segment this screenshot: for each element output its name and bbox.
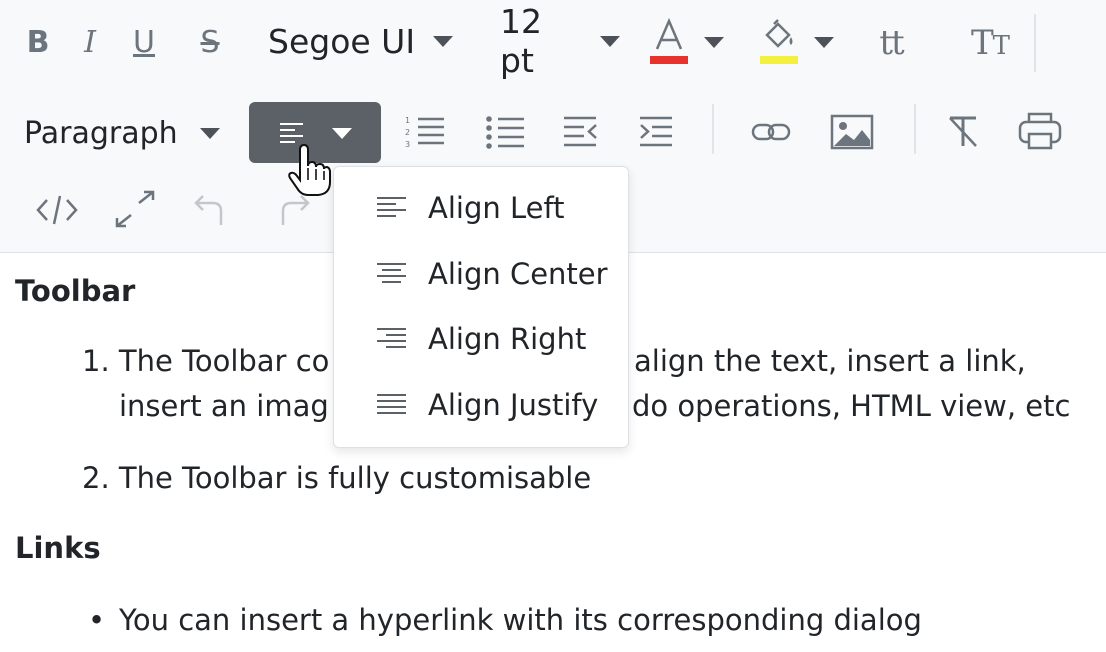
font-family-value: Segoe UI: [268, 21, 416, 61]
list-item-text: do operations, HTML view, etc: [632, 389, 1071, 423]
list-item-text: insert an imag: [119, 389, 329, 423]
list-item-text: 1. The Toolbar co: [82, 344, 330, 378]
link-icon: [751, 123, 791, 141]
print-button[interactable]: [1014, 106, 1066, 156]
uppercase-button[interactable]: TT: [964, 20, 1016, 66]
heading-links: Links: [15, 531, 101, 565]
menu-item-align-left[interactable]: Align Left: [334, 177, 628, 239]
italic-button[interactable]: I: [74, 22, 106, 62]
align-left-icon: [377, 197, 406, 217]
menu-item-align-justify[interactable]: Align Justify: [334, 374, 628, 436]
bold-button[interactable]: B: [22, 22, 54, 62]
chevron-down-icon: [199, 127, 220, 139]
underline-icon: U: [133, 24, 155, 60]
code-icon: [36, 195, 78, 225]
align-right-icon: [377, 328, 406, 348]
font-size-value: 12 pt: [500, 2, 542, 80]
undo-button[interactable]: [190, 190, 230, 230]
font-family-dropdown[interactable]: Segoe UI: [268, 18, 473, 64]
clear-format-button[interactable]: [940, 110, 986, 154]
font-color-icon: [650, 17, 688, 64]
list-item-text: align the text, insert a link,: [634, 344, 1026, 378]
menu-item-label: Align Justify: [428, 388, 599, 422]
menu-item-align-center[interactable]: Align Center: [334, 243, 628, 305]
bullet-list-button[interactable]: [482, 110, 528, 154]
ordered-list-button[interactable]: 1 2 3: [402, 110, 448, 154]
chevron-down-icon: [600, 35, 620, 47]
lowercase-icon: tt: [879, 23, 904, 63]
strikethrough-icon: S: [200, 24, 220, 60]
alignment-dropdown-menu: Align Left Align Center Align Right Alig…: [333, 166, 629, 448]
toolbar-separator: [1034, 14, 1036, 72]
source-code-button[interactable]: [34, 188, 80, 232]
chevron-down-icon: [814, 36, 834, 48]
menu-item-label: Align Left: [428, 191, 565, 225]
strikethrough-button[interactable]: S: [188, 22, 232, 62]
printer-icon: [1018, 112, 1062, 150]
heading-toolbar: Toolbar: [15, 274, 136, 308]
toolbar-separator: [712, 104, 714, 154]
list-item-text: You can insert a hyperlink with its corr…: [119, 603, 922, 637]
block-format-dropdown[interactable]: Paragraph: [24, 108, 229, 158]
image-icon: [830, 114, 874, 150]
underline-button[interactable]: U: [126, 22, 162, 62]
bold-icon: B: [26, 24, 50, 60]
align-center-icon: [377, 263, 406, 283]
expand-icon: [115, 190, 155, 228]
toolbar-separator: [914, 104, 916, 154]
svg-text:2: 2: [405, 128, 410, 137]
menu-item-label: Align Center: [428, 257, 608, 291]
font-color-button[interactable]: [648, 16, 734, 68]
bullet-marker: •: [88, 603, 106, 637]
background-color-button[interactable]: [758, 16, 844, 68]
chevron-down-icon: [433, 35, 454, 47]
italic-icon: I: [84, 24, 96, 60]
paint-bucket-icon: [760, 19, 798, 64]
svg-text:1: 1: [405, 116, 410, 125]
align-left-icon: [280, 123, 303, 143]
indent-icon: [640, 116, 672, 147]
hand-cursor-icon: [288, 143, 331, 196]
list-item-text: 2. The Toolbar is fully customisable: [82, 461, 592, 495]
align-justify-icon: [377, 394, 406, 414]
outdent-icon: [564, 116, 597, 147]
insert-image-button[interactable]: [826, 110, 878, 154]
undo-icon: [194, 195, 223, 225]
chevron-down-icon: [704, 36, 724, 48]
increase-indent-button[interactable]: [634, 110, 680, 154]
font-size-dropdown[interactable]: 12 pt: [500, 2, 620, 80]
block-format-value: Paragraph: [24, 115, 178, 151]
svg-text:3: 3: [405, 140, 410, 149]
insert-link-button[interactable]: [748, 110, 794, 154]
uppercase-icon: TT: [970, 23, 1010, 63]
numbered-list-icon: 1 2 3: [405, 116, 444, 149]
lowercase-button[interactable]: tt: [866, 20, 916, 66]
menu-item-label: Align Right: [428, 322, 587, 356]
menu-item-align-right[interactable]: Align Right: [334, 308, 628, 370]
maximize-button[interactable]: [112, 186, 158, 232]
clear-format-icon: [949, 116, 977, 147]
bullet-list-icon: [486, 116, 524, 149]
decrease-indent-button[interactable]: [558, 110, 604, 154]
chevron-down-icon: [332, 128, 352, 139]
redo-icon: [281, 195, 310, 225]
